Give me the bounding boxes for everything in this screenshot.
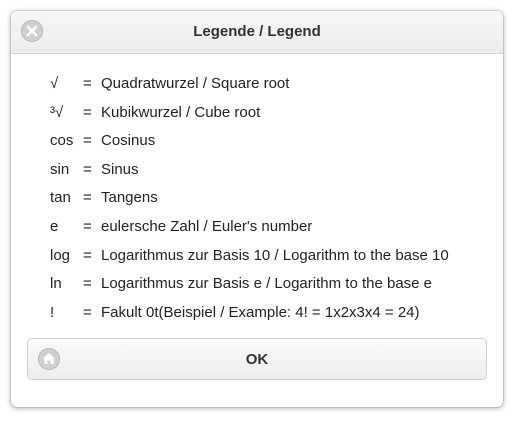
legend-description: Logarithmus zur Basis 10 / Logarithm to … bbox=[101, 246, 449, 264]
legend-row: √ = Quadratwurzel / Square root bbox=[11, 71, 503, 100]
legend-symbol: log bbox=[50, 246, 71, 264]
legend-equals: = bbox=[83, 103, 92, 121]
legend-symbol: sin bbox=[50, 160, 70, 178]
ok-button[interactable]: OK bbox=[27, 338, 487, 380]
legend-row: ³√ = Kubikwurzel / Cube root bbox=[11, 100, 503, 129]
legend-description: Sinus bbox=[101, 160, 139, 178]
legend-equals: = bbox=[83, 275, 92, 293]
legend-description: Logarithmus zur Basis e / Logarithm to t… bbox=[101, 275, 433, 293]
legend-equals: = bbox=[83, 160, 92, 178]
legend-description: Tangens bbox=[101, 189, 158, 207]
legend-row: tan = Tangens bbox=[11, 185, 503, 214]
legend-row: log = Logarithmus zur Basis 10 / Logarit… bbox=[11, 243, 503, 272]
legend-dialog: Legende / Legend √ = Quadratwurzel / Squ… bbox=[11, 11, 503, 407]
legend-description: Kubikwurzel / Cube root bbox=[101, 103, 261, 121]
legend-description: eulersche Zahl / Euler's number bbox=[101, 217, 313, 235]
legend-equals: = bbox=[83, 132, 92, 150]
legend-description: Fakult 0t(Beispiel / Example: 4! = 1x2x3… bbox=[101, 303, 420, 321]
legend-list: √ = Quadratwurzel / Square root ³√ = Kub… bbox=[11, 71, 503, 328]
legend-row: sin = Sinus bbox=[11, 157, 503, 186]
legend-equals: = bbox=[83, 75, 92, 92]
legend-symbol: cos bbox=[50, 132, 74, 150]
legend-symbol: ³√ bbox=[50, 103, 64, 121]
legend-description: Cosinus bbox=[101, 132, 156, 150]
legend-row: ln = Logarithmus zur Basis e / Logarithm… bbox=[11, 271, 503, 300]
legend-equals: = bbox=[83, 189, 92, 207]
legend-symbol: √ bbox=[50, 75, 59, 92]
legend-description: Quadratwurzel / Square root bbox=[101, 75, 290, 92]
dialog-header: Legende / Legend bbox=[11, 11, 503, 54]
legend-symbol: e bbox=[50, 217, 59, 235]
dialog-title: Legende / Legend bbox=[193, 23, 321, 40]
legend-symbol: ! bbox=[50, 303, 55, 321]
ok-button-label: OK bbox=[245, 351, 269, 368]
legend-symbol: ln bbox=[50, 275, 62, 293]
legend-equals: = bbox=[83, 217, 92, 235]
legend-row: ! = Fakult 0t(Beispiel / Example: 4! = 1… bbox=[11, 300, 503, 329]
legend-equals: = bbox=[83, 303, 92, 321]
legend-equals: = bbox=[83, 246, 92, 264]
legend-row: e = eulersche Zahl / Euler's number bbox=[11, 214, 503, 243]
legend-row: cos = Cosinus bbox=[11, 128, 503, 157]
legend-symbol: tan bbox=[50, 189, 71, 207]
